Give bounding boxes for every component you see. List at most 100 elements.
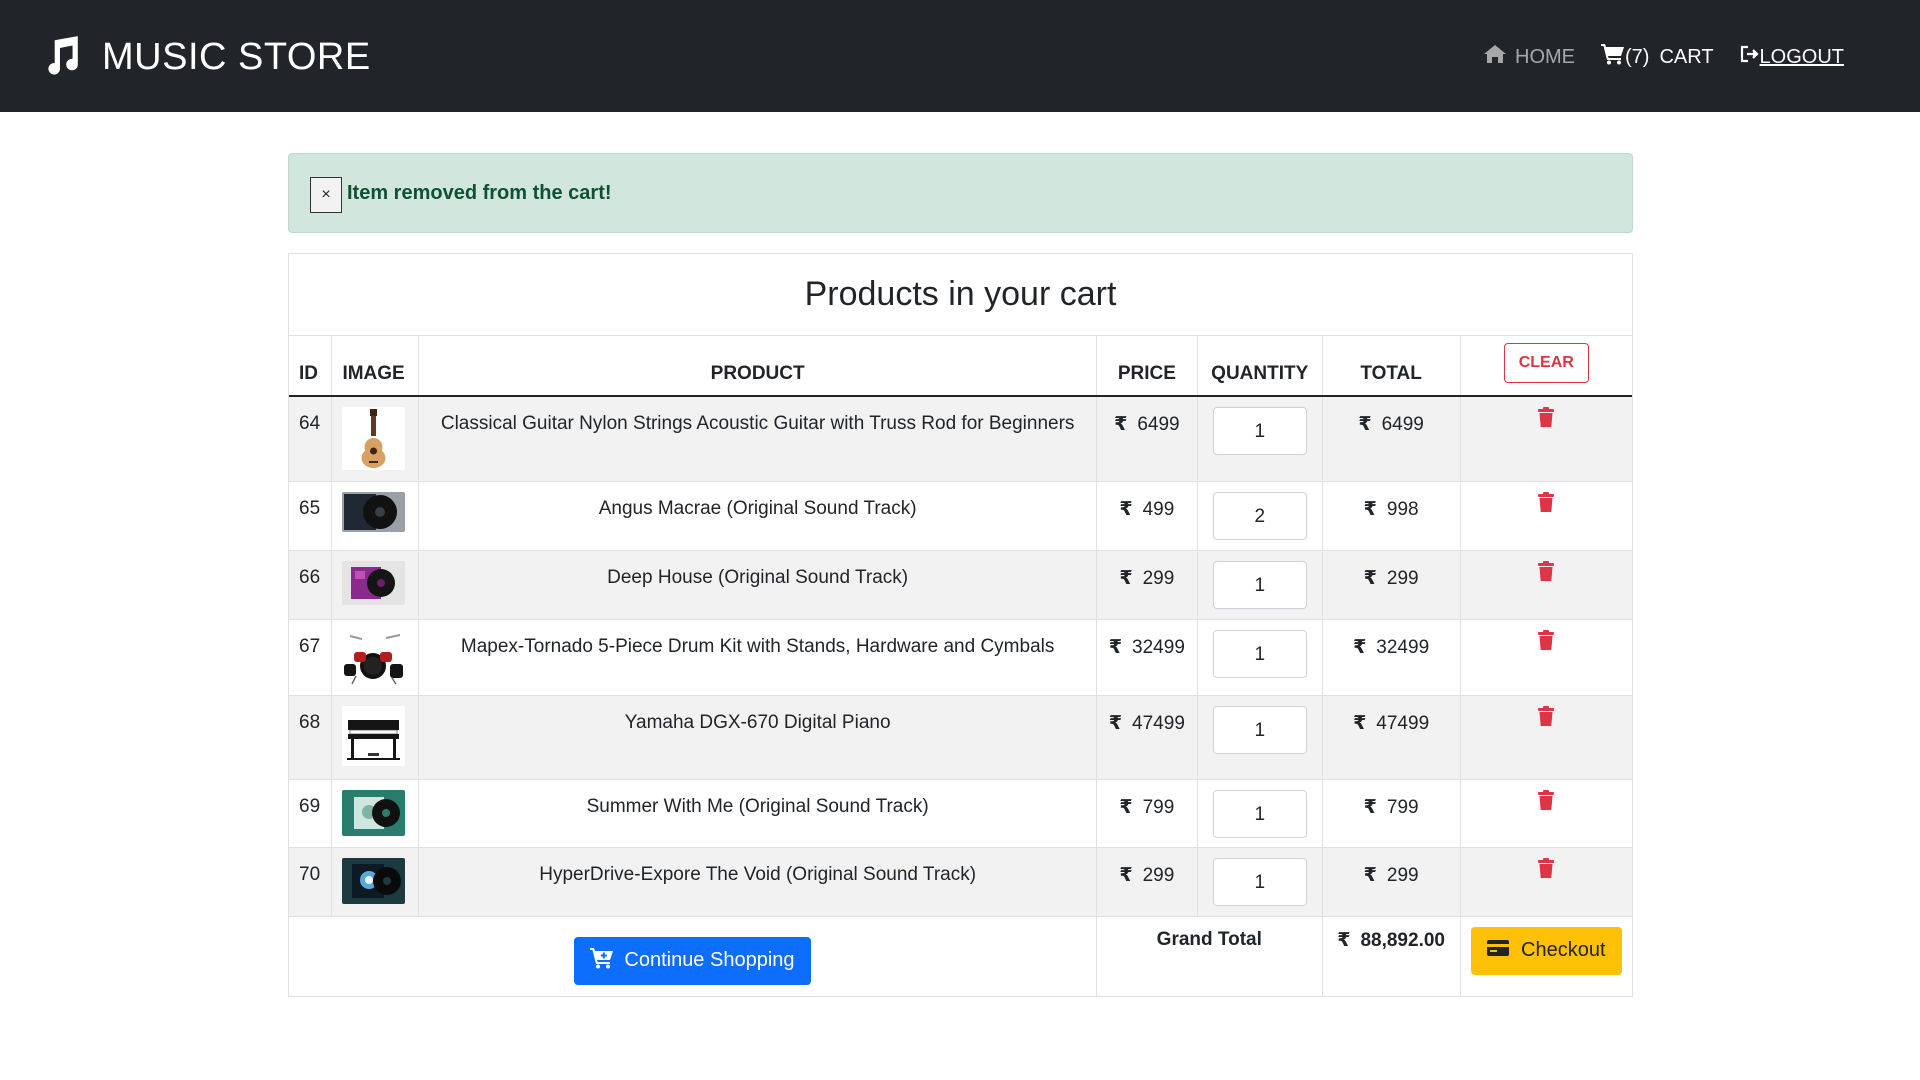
cell-quantity (1196, 694, 1323, 779)
cell-price: ₹6499 (1095, 395, 1198, 481)
quantity-input[interactable] (1212, 491, 1307, 540)
header-price: PRICE (1095, 336, 1198, 397)
rupee-icon: ₹ (1363, 498, 1377, 520)
cell-image (331, 618, 419, 695)
quantity-input[interactable] (1212, 705, 1307, 754)
cart-count: (7) (1625, 45, 1650, 68)
alert-close-button[interactable]: × (310, 177, 342, 213)
header-total: TOTAL (1321, 336, 1461, 397)
cart-title: Products in your cart (289, 254, 1632, 336)
cell-price: ₹499 (1095, 480, 1198, 550)
grand-total-cell: ₹88,892.00 (1321, 915, 1461, 996)
cell-action (1459, 694, 1632, 779)
cell-price: ₹299 (1095, 846, 1198, 916)
table-row: 64 Classical Guitar Nylon Strings Acoust… (289, 395, 1632, 481)
cell-product: Summer With Me (Original Sound Track) (418, 778, 1097, 847)
trash-icon[interactable] (1538, 407, 1555, 433)
navbar: MUSIC STORE HOME (7) CART LOGOUT (0, 0, 1920, 112)
nav-cart[interactable]: (7) CART (1601, 43, 1714, 71)
cell-price: ₹47499 (1095, 694, 1198, 779)
quantity-input[interactable] (1212, 789, 1307, 838)
album-cover-image (342, 857, 406, 904)
cell-image (331, 480, 419, 550)
table-row: 66 Deep House (Original Sound Track) ₹ 2… (289, 549, 1632, 619)
nav-logout[interactable]: LOGOUT (1740, 45, 1844, 69)
cart-table: ID IMAGE PRODUCT PRICE QUANTITY TOTAL CL… (289, 336, 1632, 996)
continue-cell: Continue Shopping (289, 915, 1097, 996)
cell-id: 67 (289, 618, 332, 695)
cell-price: ₹32499 (1095, 618, 1198, 695)
cell-total: ₹998 (1321, 480, 1461, 550)
cell-id: 69 (289, 778, 332, 847)
trash-icon[interactable] (1538, 705, 1555, 732)
drum-kit-image (342, 629, 406, 686)
home-icon (1483, 44, 1515, 70)
rupee-icon: ₹ (1363, 567, 1377, 589)
continue-shopping-label: Continue Shopping (624, 949, 795, 971)
cell-quantity (1196, 395, 1323, 481)
rupee-icon: ₹ (1358, 414, 1372, 435)
quantity-input[interactable] (1212, 857, 1307, 906)
cell-action (1459, 618, 1632, 695)
cell-total: ₹47499 (1321, 694, 1461, 779)
cell-product: Deep House (Original Sound Track) (418, 549, 1097, 619)
trash-icon[interactable] (1538, 857, 1555, 884)
guitar-image (342, 407, 406, 470)
cart-panel: Products in your cart ID IMAGE PRODUCT P… (288, 253, 1633, 997)
cell-product: Angus Macrae (Original Sound Track) (418, 480, 1097, 550)
quantity-input[interactable] (1212, 407, 1307, 455)
album-cover-image (342, 491, 406, 532)
cell-quantity (1196, 480, 1323, 550)
header-action: CLEAR (1459, 336, 1632, 397)
cell-id: 70 (289, 846, 332, 916)
cell-quantity (1196, 778, 1323, 847)
checkout-button[interactable]: Checkout (1471, 926, 1622, 975)
cell-total: ₹299 (1321, 549, 1461, 619)
rupee-icon: ₹ (1353, 712, 1367, 734)
quantity-input[interactable] (1212, 560, 1307, 609)
table-row: 70 HyperDrive-Expore The Void (Original … (289, 846, 1632, 916)
cell-total: ₹32499 (1321, 618, 1461, 695)
album-cover-image (342, 789, 406, 836)
grand-total-value: 88,892.00 (1360, 929, 1445, 951)
album-cover-image (342, 560, 406, 605)
cell-product: Mapex-Tornado 5-Piece Drum Kit with Stan… (418, 618, 1097, 695)
rupee-icon: ₹ (1108, 712, 1123, 734)
credit-card-icon (1487, 939, 1521, 962)
cell-id: 66 (289, 549, 332, 619)
nav-home[interactable]: HOME (1483, 44, 1575, 70)
cell-product: Yamaha DGX-670 Digital Piano (418, 694, 1097, 779)
nav-links: HOME (7) CART LOGOUT (1457, 40, 1844, 74)
nav-cart-label: CART (1659, 45, 1714, 68)
trash-icon[interactable] (1538, 491, 1555, 518)
cell-id: 65 (289, 480, 332, 550)
rupee-icon: ₹ (1119, 498, 1133, 520)
header-quantity: QUANTITY (1196, 336, 1323, 397)
cart-icon (1601, 43, 1625, 71)
cell-product: Classical Guitar Nylon Strings Acoustic … (418, 395, 1097, 481)
rupee-icon: ₹ (1119, 567, 1133, 589)
nav-home-label: HOME (1515, 45, 1575, 68)
table-row: 65 Angus Macrae (Original Sound Track) ₹… (289, 480, 1632, 550)
checkout-label: Checkout (1521, 939, 1606, 961)
cell-image (331, 846, 419, 916)
logout-icon (1740, 45, 1760, 69)
header-product: PRODUCT (418, 336, 1097, 397)
quantity-input[interactable] (1212, 629, 1307, 678)
cell-action (1459, 480, 1632, 550)
cell-quantity (1196, 846, 1323, 916)
alert-message: Item removed from the cart! (347, 181, 612, 204)
table-row: 67 Mapex-Tornado 5-Piece Drum Kit with S… (289, 618, 1632, 695)
continue-shopping-button[interactable]: Continue Shopping (574, 936, 811, 985)
cell-total: ₹299 (1321, 846, 1461, 916)
cell-action (1459, 549, 1632, 619)
checkout-cell: Checkout (1459, 915, 1632, 996)
cell-action (1459, 846, 1632, 916)
trash-icon[interactable] (1538, 560, 1555, 587)
clear-cart-button[interactable]: CLEAR (1503, 342, 1589, 383)
grand-total-label: Grand Total (1095, 915, 1323, 996)
brand[interactable]: MUSIC STORE (40, 34, 371, 80)
cell-image (331, 778, 419, 847)
trash-icon[interactable] (1538, 789, 1555, 816)
trash-icon[interactable] (1538, 629, 1555, 656)
